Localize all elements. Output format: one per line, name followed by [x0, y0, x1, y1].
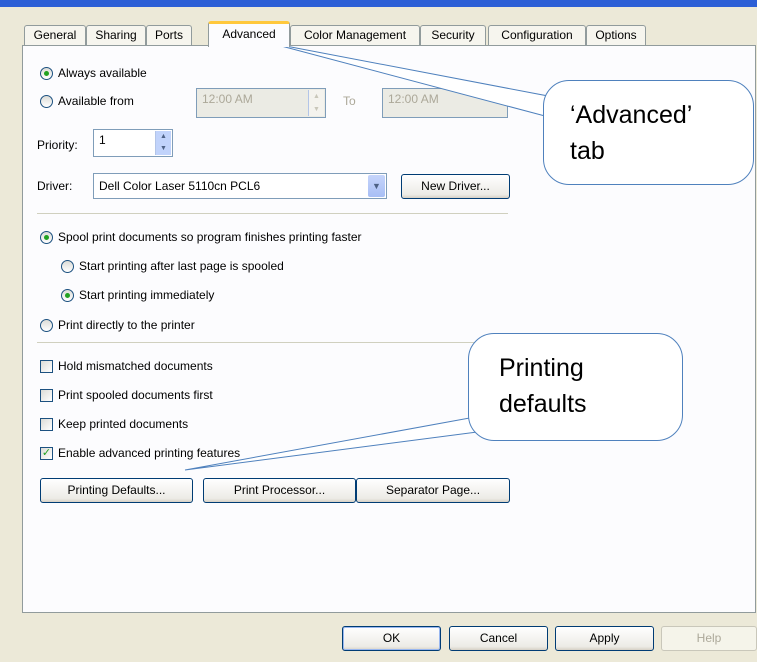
printing-defaults-callout-pointer: [184, 414, 510, 471]
advanced-tab-callout: ‘Advanced’ tab: [543, 80, 754, 185]
advanced-callout-line-1: ‘Advanced’: [570, 101, 693, 129]
advanced-callout-line-2: tab: [570, 137, 605, 165]
printing-defaults-callout: Printing defaults: [468, 333, 683, 441]
printing-defaults-callout-line-1: Printing: [499, 354, 584, 382]
tab-advanced[interactable]: Advanced: [208, 21, 290, 47]
printing-defaults-callout-line-2: defaults: [499, 390, 587, 418]
advanced-callout-pointer: [269, 42, 561, 121]
